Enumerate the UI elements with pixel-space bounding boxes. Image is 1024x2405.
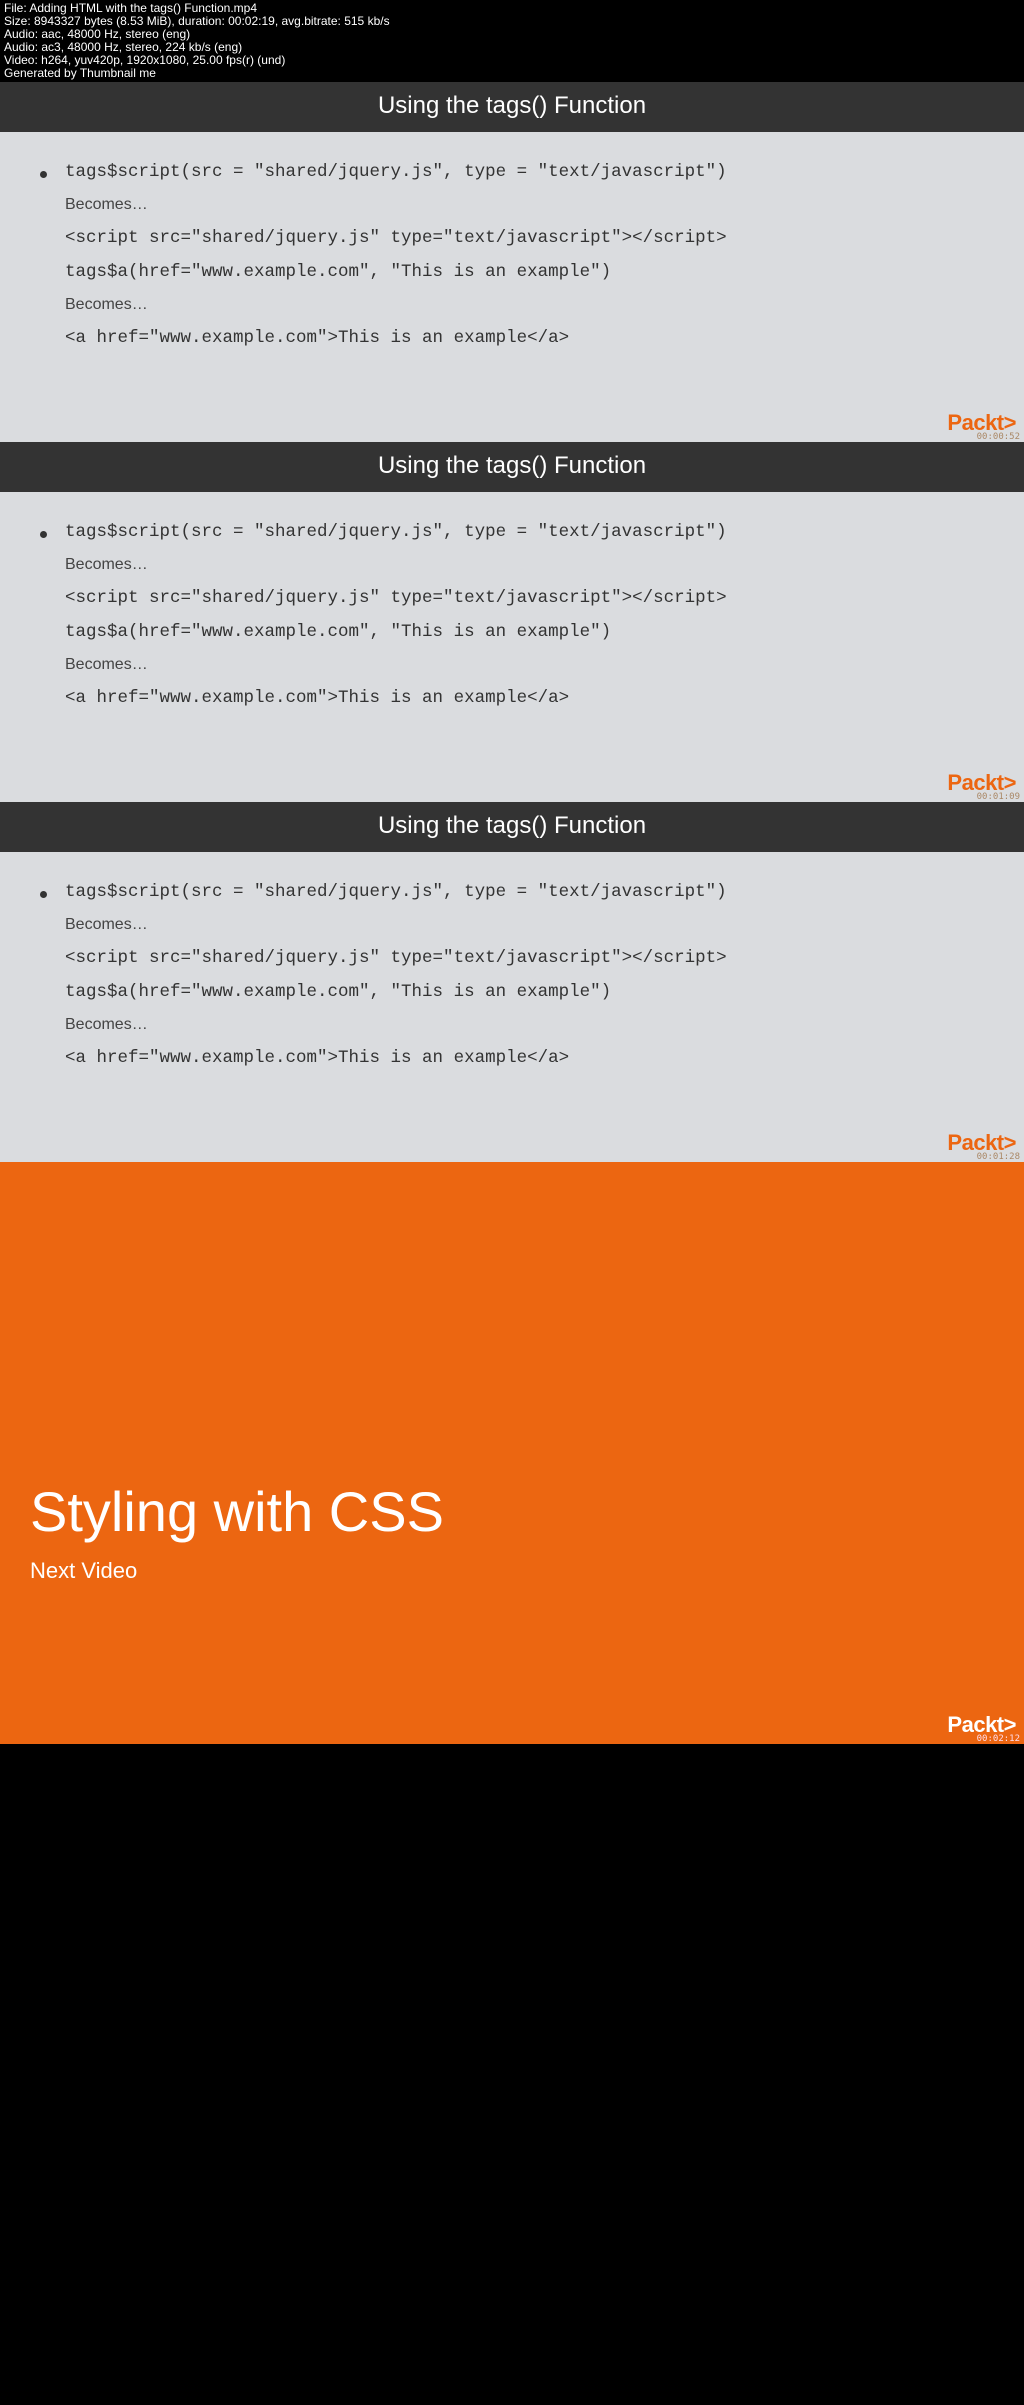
code-line: <script src="shared/jquery.js" type="tex… (65, 948, 727, 968)
video-thumbnail: Using the tags() Function tags$script(sr… (0, 802, 1024, 1162)
slide-title: Using the tags() Function (0, 802, 1024, 852)
slide-body: tags$script(src = "shared/jquery.js", ty… (0, 132, 1024, 442)
becomes-label: Becomes… (65, 1016, 727, 1034)
code-line: tags$script(src = "shared/jquery.js", ty… (65, 882, 727, 902)
timestamp: 00:01:09 (977, 792, 1020, 802)
code-line: tags$a(href="www.example.com", "This is … (65, 262, 727, 282)
bullet-row: tags$script(src = "shared/jquery.js", ty… (40, 162, 984, 348)
bullet-row: tags$script(src = "shared/jquery.js", ty… (40, 882, 984, 1068)
code-line: <script src="shared/jquery.js" type="tex… (65, 228, 727, 248)
video-thumbnail: Using the tags() Function tags$script(sr… (0, 82, 1024, 442)
timestamp: 00:00:52 (977, 432, 1020, 442)
thumbnail-grid: Using the tags() Function tags$script(sr… (0, 82, 1024, 1744)
becomes-label: Becomes… (65, 656, 727, 674)
code-lines: tags$script(src = "shared/jquery.js", ty… (65, 522, 727, 708)
slide-title: Using the tags() Function (0, 442, 1024, 492)
timestamp: 00:02:12 (977, 1734, 1020, 1744)
video-thumbnail-next: Styling with CSS Next Video Packt> 00:02… (0, 1162, 1024, 1744)
code-line: <a href="www.example.com">This is an exa… (65, 688, 727, 708)
file-info-line: Video: h264, yuv420p, 1920x1080, 25.00 f… (4, 54, 1020, 67)
slide-body: tags$script(src = "shared/jquery.js", ty… (0, 852, 1024, 1162)
bullet-row: tags$script(src = "shared/jquery.js", ty… (40, 522, 984, 708)
becomes-label: Becomes… (65, 196, 727, 214)
code-lines: tags$script(src = "shared/jquery.js", ty… (65, 162, 727, 348)
becomes-label: Becomes… (65, 296, 727, 314)
becomes-label: Becomes… (65, 916, 727, 934)
next-video-title: Styling with CSS (30, 1479, 994, 1544)
bullet-dot-icon (40, 891, 47, 898)
code-line: tags$a(href="www.example.com", "This is … (65, 622, 727, 642)
video-thumbnail: Using the tags() Function tags$script(sr… (0, 442, 1024, 802)
code-line: tags$script(src = "shared/jquery.js", ty… (65, 162, 727, 182)
file-info-block: File: Adding HTML with the tags() Functi… (0, 0, 1024, 82)
code-line: <a href="www.example.com">This is an exa… (65, 328, 727, 348)
code-line: <script src="shared/jquery.js" type="tex… (65, 588, 727, 608)
timestamp: 00:01:28 (977, 1152, 1020, 1162)
file-info-line: Generated by Thumbnail me (4, 67, 1020, 80)
becomes-label: Becomes… (65, 556, 727, 574)
slide-title: Using the tags() Function (0, 82, 1024, 132)
code-line: <a href="www.example.com">This is an exa… (65, 1048, 727, 1068)
code-line: tags$a(href="www.example.com", "This is … (65, 982, 727, 1002)
bullet-dot-icon (40, 531, 47, 538)
slide-body: tags$script(src = "shared/jquery.js", ty… (0, 492, 1024, 802)
code-line: tags$script(src = "shared/jquery.js", ty… (65, 522, 727, 542)
bullet-dot-icon (40, 171, 47, 178)
next-video-label: Next Video (30, 1558, 994, 1584)
code-lines: tags$script(src = "shared/jquery.js", ty… (65, 882, 727, 1068)
